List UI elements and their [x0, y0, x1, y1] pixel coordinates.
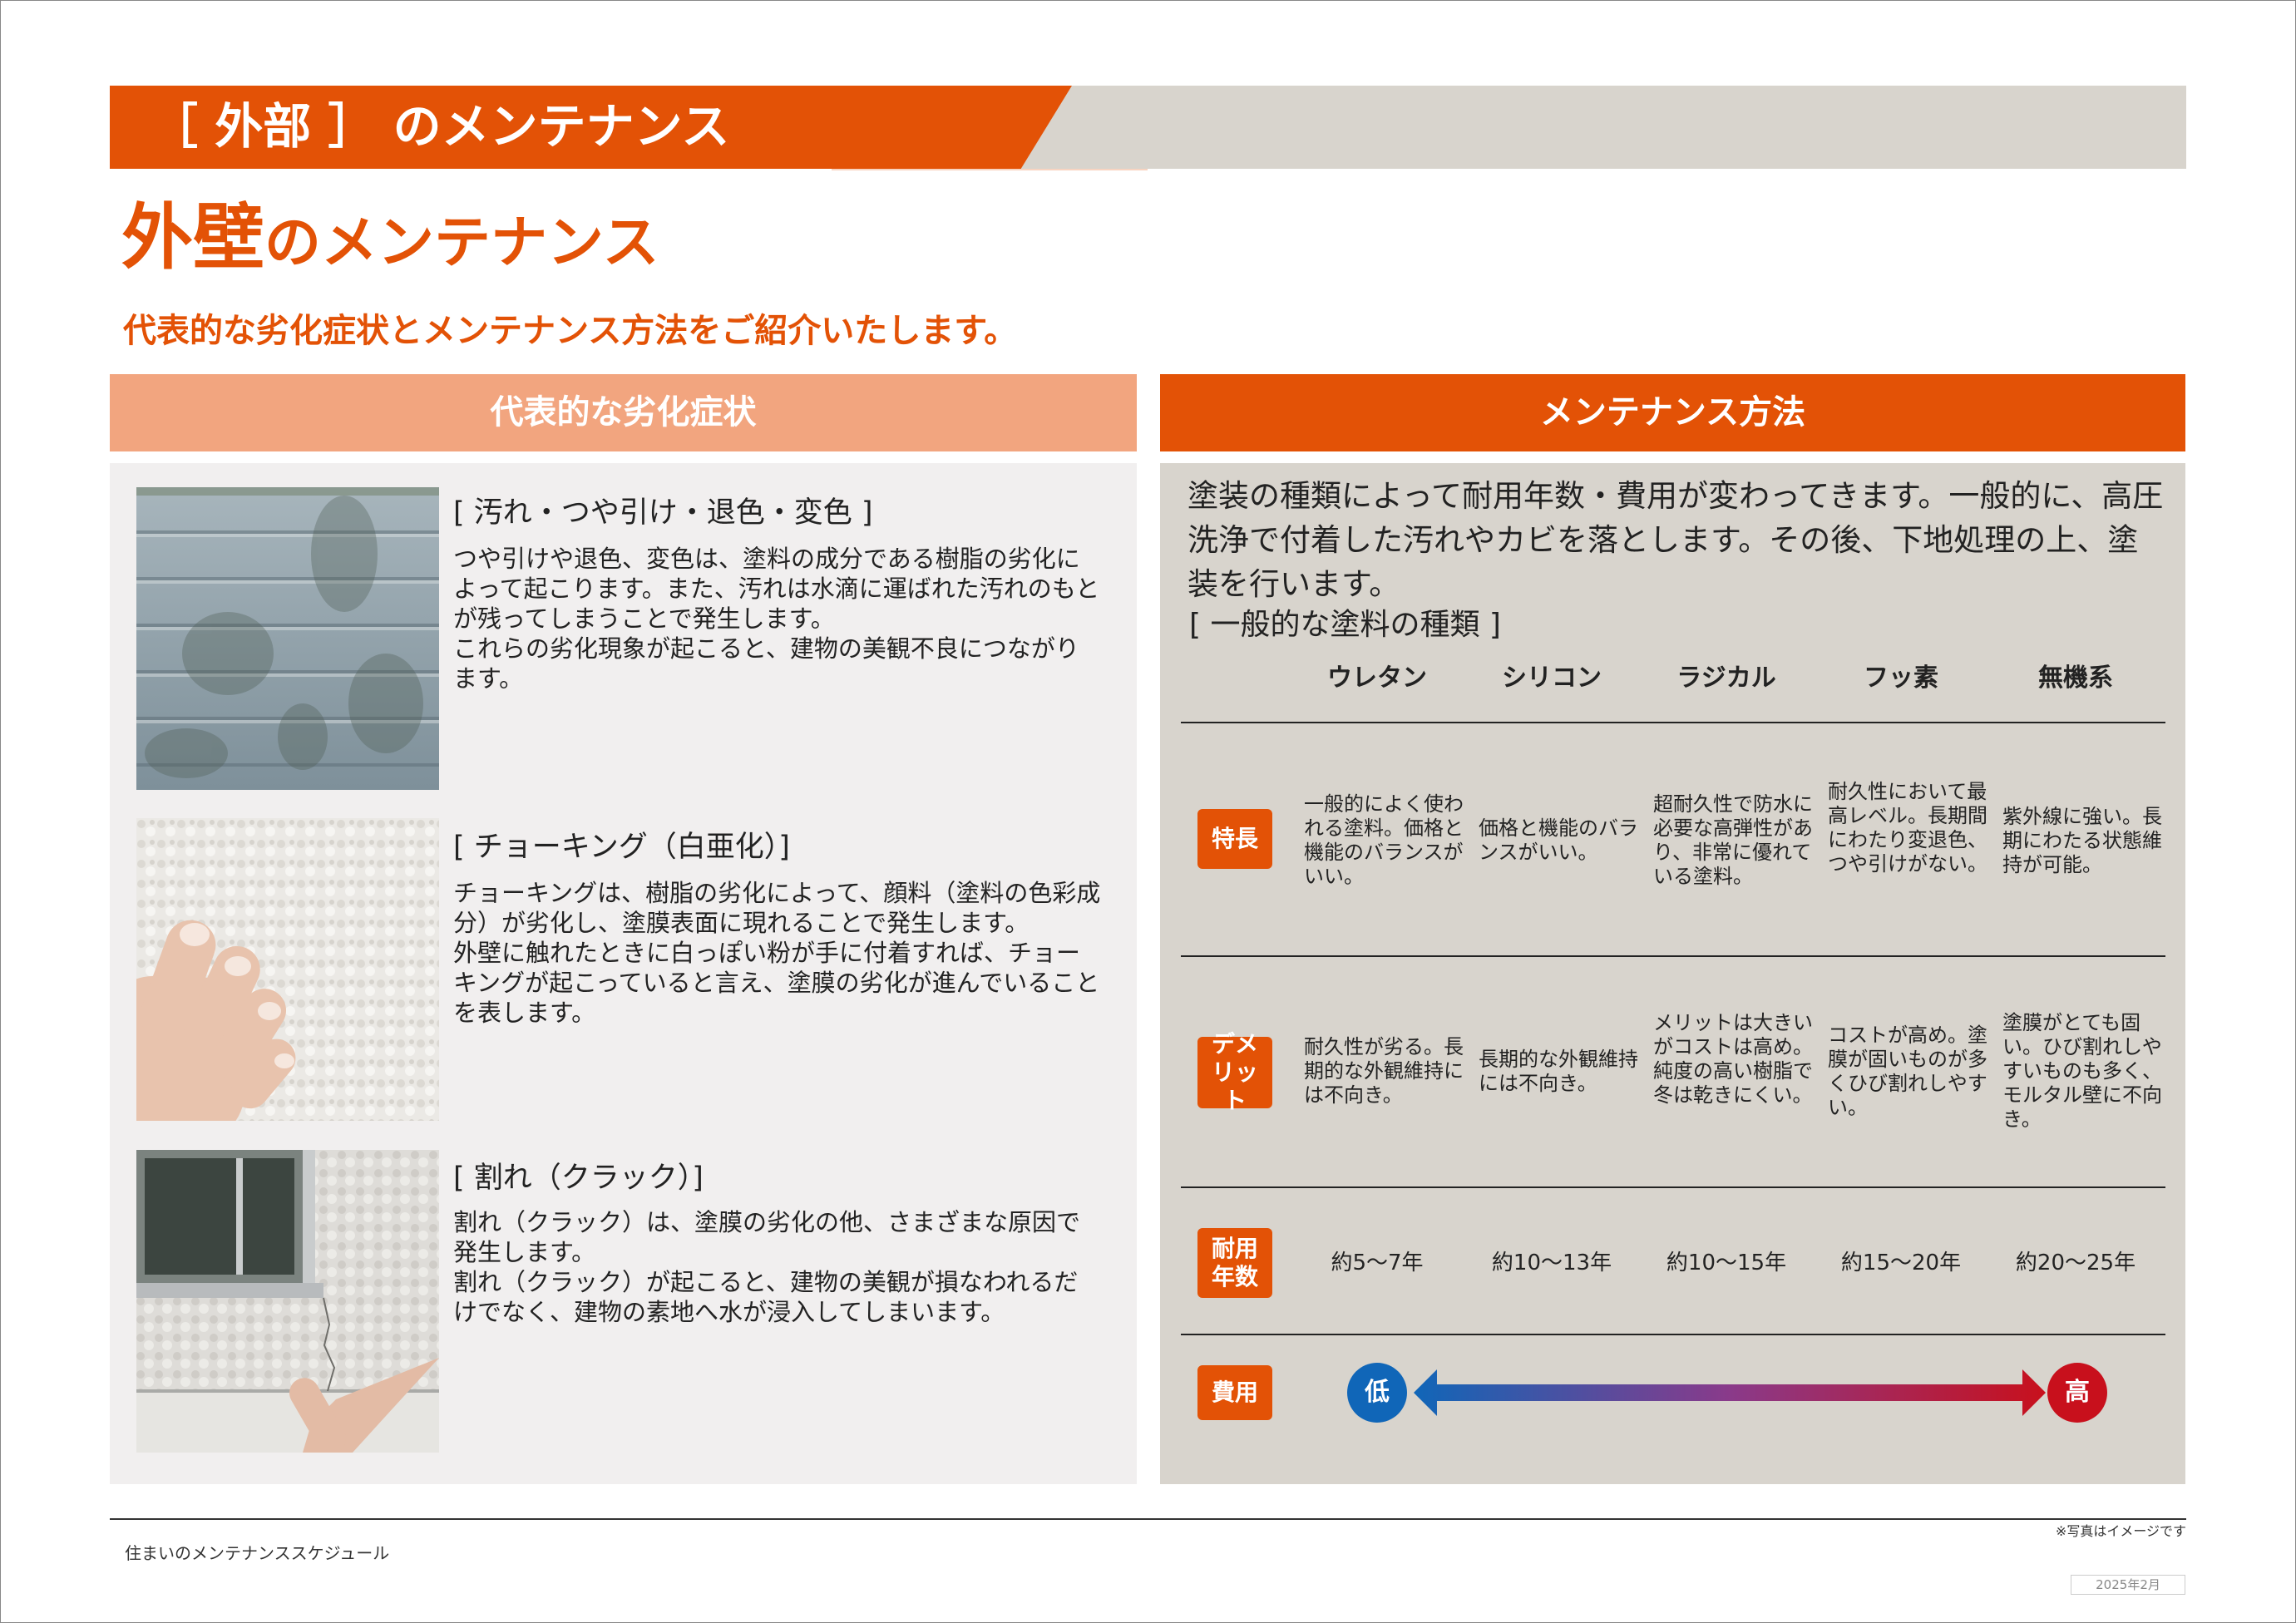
header-divider: [832, 169, 1148, 170]
footer-divider: [110, 1518, 2186, 1520]
methods-intro: 塗装の種類によって耐用年数・費用が変わってきます。一般的に、高圧洗浄で付着した汚…: [1188, 478, 2164, 602]
durability-value: 約5～7年: [1331, 1251, 1424, 1275]
demerits-cell: 長期的な外観維持には不向き。: [1479, 1048, 1638, 1095]
features-cell: 超耐久性で防水に必要な高弾性があり、非常に優れている塗料。: [1653, 792, 1813, 888]
demerits-cell: メリットは大きいがコストは高め。純度の高い樹脂で冬は乾きにくい。: [1653, 1011, 1813, 1107]
features-badge: 特長: [1197, 809, 1272, 869]
footer-title: 住まいのメンテナンススケジュール: [125, 1543, 390, 1563]
chalking-hand-photo: [136, 818, 439, 1121]
column-header: シリコン: [1502, 664, 1602, 693]
table-divider: [1181, 722, 2165, 723]
page-title-sub: のメンテナンス: [264, 210, 659, 276]
cost-high-marker: 高: [2047, 1363, 2107, 1423]
column-header: ラジカル: [1676, 664, 1776, 693]
methods-heading: メンテナンス方法: [1160, 374, 2185, 451]
demerits-cell: 塗膜がとても固い。ひび割れしやすいものも多く、モルタル壁に不向き。: [2002, 1011, 2162, 1131]
issue-date: 2025年2月: [2071, 1575, 2185, 1595]
photo-note: ※写真はイメージです: [2055, 1523, 2186, 1539]
section-title: ［ 外部 ］ のメンテナンス: [150, 98, 730, 155]
column-header: ウレタン: [1327, 664, 1427, 693]
cost-low-marker: 低: [1347, 1363, 1407, 1423]
durability-value: 約10～13年: [1491, 1251, 1612, 1275]
column-header: フッ素: [1864, 664, 1938, 693]
symptom-title-crack: [ 割れ（クラック）]: [453, 1162, 704, 1195]
durability-value: 約15～20年: [1840, 1251, 1962, 1275]
symptom-body-stain: つや引けや退色、変色は、塗料の成分である樹脂の劣化によって起こります。また、汚れ…: [453, 545, 1100, 693]
symptom-title-stain: [ 汚れ・つや引け・退色・変色 ]: [453, 496, 873, 530]
paint-types-title: [ 一般的な塗料の種類 ]: [1189, 608, 1501, 642]
siding-stain-photo: [136, 487, 439, 790]
durability-badge: 耐用年数: [1197, 1228, 1272, 1298]
features-cell: 価格と機能のバランスがいい。: [1479, 816, 1638, 864]
demerits-cell: 耐久性が劣る。長期的な外観維持には不向き。: [1304, 1035, 1464, 1107]
page-title-main: 外壁: [121, 196, 264, 279]
page-title: 外壁のメンテナンス: [121, 196, 659, 279]
table-divider: [1181, 955, 2165, 957]
demerits-badge: デメリット: [1197, 1030, 1272, 1114]
features-cell: 紫外線に強い。長期にわたる状態維持が可能。: [2002, 805, 2162, 876]
durability-value: 約20～25年: [2015, 1251, 2136, 1275]
symptom-body-chalking: チョーキングは、樹脂の劣化によって、顔料（塗料の色彩成分）が劣化し、塗膜表面に現…: [453, 879, 1101, 1027]
features-cell: 一般的によく使われる塗料。価格と機能のバランスがいい。: [1304, 792, 1464, 888]
symptom-body-crack: 割れ（クラック）は、塗膜の劣化の他、さまざまな原因で発生します。 割れ（クラック…: [453, 1208, 1081, 1326]
column-header: 無機系: [2038, 664, 2113, 693]
cost-arrow: [1414, 1369, 2046, 1416]
demerits-cell: コストが高め。塗膜が固いものが多くひび割れしやすい。: [1828, 1024, 1987, 1119]
lead-text: 代表的な劣化症状とメンテナンス方法をご紹介いたします。: [123, 312, 1018, 350]
symptom-title-chalking: [ チョーキング（白亜化）]: [453, 831, 790, 864]
crack-wall-photo: [136, 1150, 439, 1453]
features-cell: 耐久性において最高レベル。長期間にわたり変退色、つや引けがない。: [1828, 780, 1987, 876]
table-divider: [1181, 1186, 2165, 1188]
symptoms-heading: 代表的な劣化症状: [110, 374, 1137, 451]
table-divider: [1181, 1334, 2165, 1335]
cost-badge: 費用: [1197, 1365, 1272, 1420]
durability-value: 約10～15年: [1666, 1251, 1787, 1275]
